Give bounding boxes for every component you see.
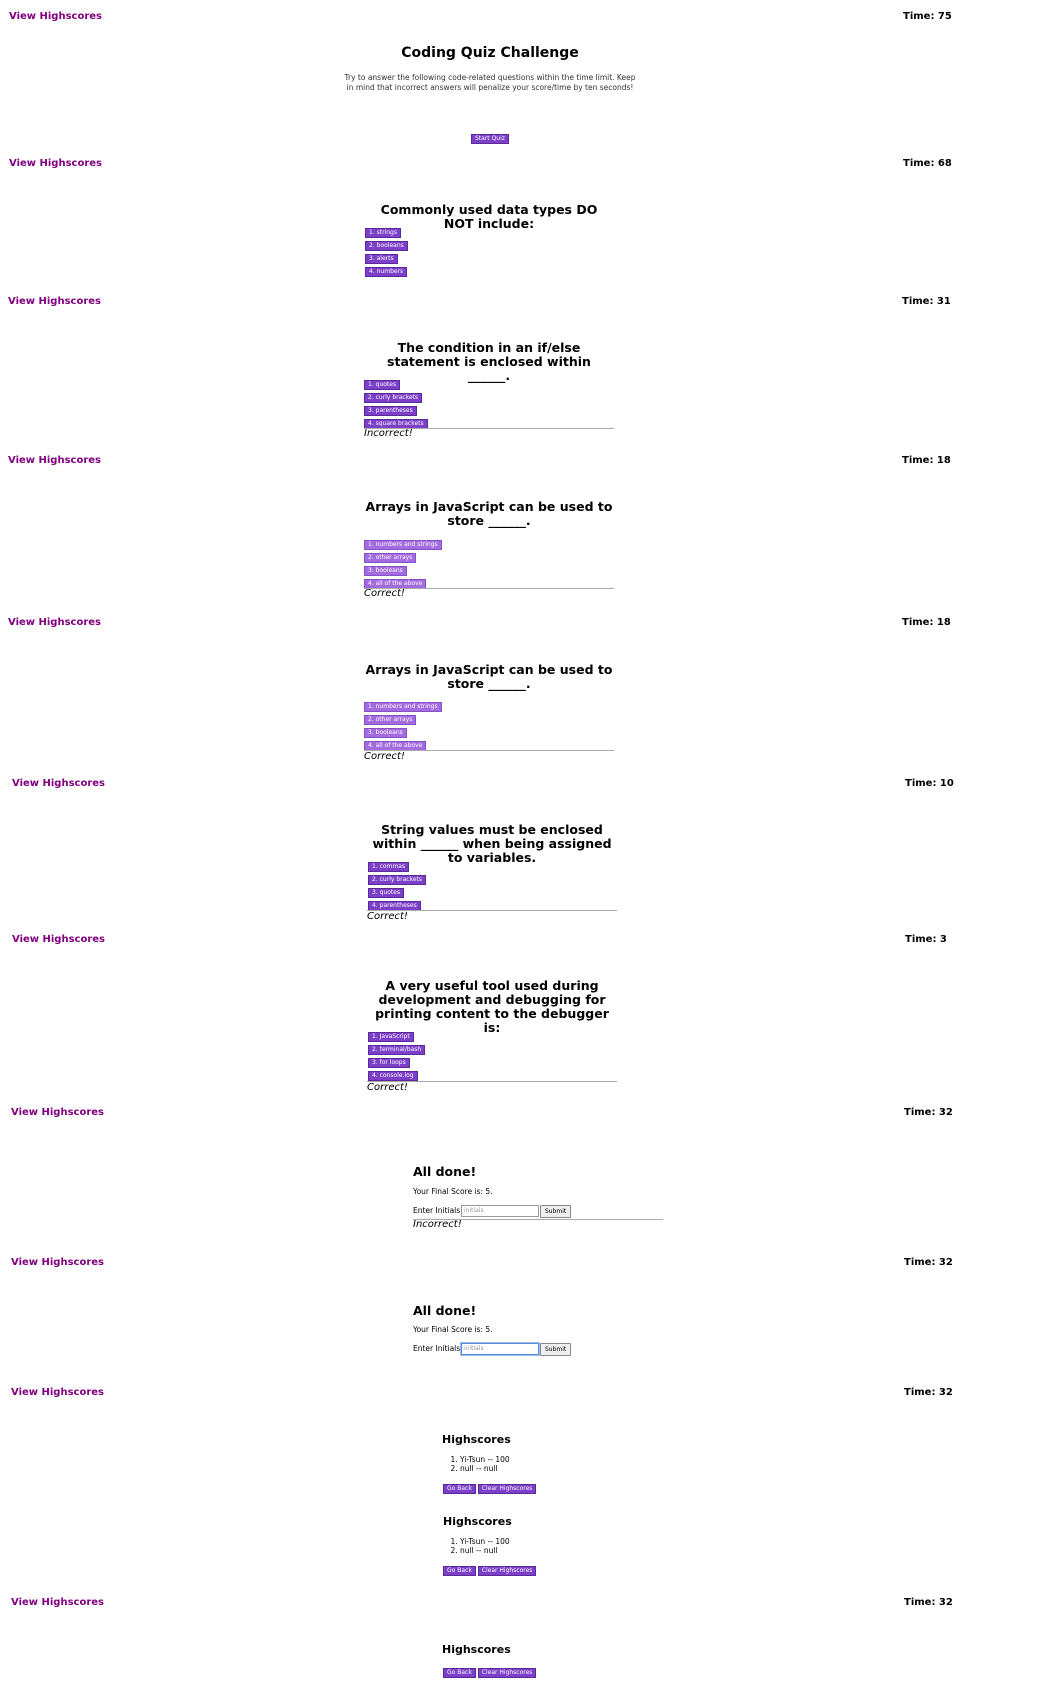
- question-text: Arrays in JavaScript can be used to stor…: [365, 499, 613, 528]
- submit-button[interactable]: Submit: [540, 1343, 572, 1356]
- done-title: All done!: [413, 1164, 477, 1179]
- question-text: Arrays in JavaScript can be used to stor…: [365, 662, 613, 691]
- highscore-actions: Go Back Clear Highscores: [443, 1566, 537, 1576]
- highscore-actions: Go Back Clear Highscores: [443, 1484, 537, 1494]
- timer: Time: 18: [902, 617, 951, 628]
- view-highscores-link[interactable]: View Highscores: [8, 455, 101, 466]
- timer: Time: 32: [904, 1257, 953, 1268]
- choice-button[interactable]: 2. other arrays: [364, 553, 417, 563]
- timer: Time: 18: [902, 455, 951, 466]
- view-highscores-link[interactable]: View Highscores: [11, 1257, 104, 1268]
- choice-list: 1. numbers and strings 2. other arrays 3…: [364, 540, 442, 592]
- question-text: The condition in an if/else statement is…: [387, 340, 591, 383]
- timer: Time: 10: [905, 778, 954, 789]
- answer-feedback: Correct!: [364, 751, 405, 762]
- view-highscores-link[interactable]: View Highscores: [11, 1107, 104, 1118]
- highscore-entry: null -- null: [460, 1546, 510, 1555]
- answer-feedback: Correct!: [364, 588, 405, 599]
- choice-list: 1. quotes 2. curly brackets 3. parenthes…: [364, 380, 428, 432]
- choice-button[interactable]: 2. curly brackets: [368, 875, 427, 885]
- question-text: A very useful tool used during developme…: [375, 978, 609, 1035]
- view-highscores-link[interactable]: View Highscores: [12, 934, 105, 945]
- view-highscores-link[interactable]: View Highscores: [11, 1387, 104, 1398]
- choice-list: 1. commas 2. curly brackets 3. quotes 4.…: [368, 862, 427, 914]
- initials-label: Enter Initials: [413, 1206, 461, 1215]
- question-text: Commonly used data types DO NOT include:: [380, 202, 598, 231]
- answer-feedback: Correct!: [367, 1082, 408, 1093]
- timer: Time: 3: [905, 934, 947, 945]
- choice-button[interactable]: 4. console.log: [368, 1071, 418, 1081]
- answer-feedback: Incorrect!: [364, 428, 413, 439]
- view-highscores-link[interactable]: View Highscores: [9, 11, 102, 22]
- choice-list: 1. strings 2. booleans 3. alerts 4. numb…: [365, 228, 408, 280]
- initials-input[interactable]: initials: [461, 1343, 539, 1355]
- timer: Time: 32: [904, 1387, 953, 1398]
- choice-button[interactable]: 1. quotes: [364, 380, 401, 390]
- choice-button[interactable]: 3. booleans: [364, 728, 407, 738]
- question-text: String values must be enclosed within __…: [372, 822, 612, 865]
- choice-button[interactable]: 1. JavaScript: [368, 1032, 414, 1042]
- highscores-title: Highscores: [443, 1515, 512, 1528]
- initials-label: Enter Initials: [413, 1344, 461, 1353]
- view-highscores-link[interactable]: View Highscores: [9, 158, 102, 169]
- highscores-title: Highscores: [442, 1433, 511, 1446]
- answer-feedback: Correct!: [367, 911, 408, 922]
- answer-feedback: Incorrect!: [413, 1219, 462, 1230]
- choice-list: 1. JavaScript 2. terminal/bash 3. for lo…: [368, 1032, 426, 1084]
- choice-button[interactable]: 2. terminal/bash: [368, 1045, 426, 1055]
- timer: Time: 32: [904, 1107, 953, 1118]
- timer: Time: 68: [903, 158, 952, 169]
- highscore-entry: Yi-Tsun -- 100: [460, 1537, 510, 1546]
- choice-button[interactable]: 3. for loops: [368, 1058, 410, 1068]
- highscore-list: Yi-Tsun -- 100 null -- null: [444, 1455, 510, 1473]
- choice-button[interactable]: 1. strings: [365, 228, 401, 238]
- quiz-title: Coding Quiz Challenge: [401, 45, 579, 61]
- clear-highscores-button[interactable]: Clear Highscores: [477, 1566, 537, 1576]
- final-score: Your Final Score is: 5.: [413, 1187, 493, 1196]
- go-back-button[interactable]: Go Back: [443, 1566, 476, 1576]
- clear-highscores-button[interactable]: Clear Highscores: [477, 1484, 537, 1494]
- highscore-entry: null -- null: [460, 1464, 510, 1473]
- choice-button[interactable]: 2. curly brackets: [364, 393, 423, 403]
- initials-input[interactable]: initials: [461, 1205, 539, 1217]
- choice-button[interactable]: 3. booleans: [364, 566, 407, 576]
- choice-button[interactable]: 2. booleans: [365, 241, 408, 251]
- highscore-entry: Yi-Tsun -- 100: [460, 1455, 510, 1464]
- submit-button[interactable]: Submit: [540, 1205, 572, 1218]
- choice-button[interactable]: 2. other arrays: [364, 715, 417, 725]
- highscore-actions: Go Back Clear Highscores: [443, 1668, 537, 1678]
- highscores-title: Highscores: [442, 1643, 511, 1656]
- timer: Time: 31: [902, 296, 951, 307]
- highscore-list: Yi-Tsun -- 100 null -- null: [444, 1537, 510, 1555]
- view-highscores-link[interactable]: View Highscores: [8, 617, 101, 628]
- start-quiz-button[interactable]: Start Quiz: [471, 134, 509, 144]
- choice-button[interactable]: 3. alerts: [365, 254, 398, 264]
- view-highscores-link[interactable]: View Highscores: [11, 1597, 104, 1608]
- choice-button[interactable]: 3. parentheses: [364, 406, 417, 416]
- choice-button[interactable]: 3. quotes: [368, 888, 405, 898]
- view-highscores-link[interactable]: View Highscores: [12, 778, 105, 789]
- choice-list: 1. numbers and strings 2. other arrays 3…: [364, 702, 442, 754]
- timer: Time: 32: [904, 1597, 953, 1608]
- go-back-button[interactable]: Go Back: [443, 1484, 476, 1494]
- done-title: All done!: [413, 1303, 477, 1318]
- final-score: Your Final Score is: 5.: [413, 1325, 493, 1334]
- choice-button[interactable]: 1. numbers and strings: [364, 540, 442, 550]
- view-highscores-link[interactable]: View Highscores: [8, 296, 101, 307]
- go-back-button[interactable]: Go Back: [443, 1668, 476, 1678]
- quiz-description: Try to answer the following code-related…: [344, 73, 636, 92]
- choice-button[interactable]: 1. numbers and strings: [364, 702, 442, 712]
- clear-highscores-button[interactable]: Clear Highscores: [477, 1668, 537, 1678]
- choice-button[interactable]: 1. commas: [368, 862, 410, 872]
- choice-button[interactable]: 4. numbers: [365, 267, 408, 277]
- timer: Time: 75: [903, 11, 952, 22]
